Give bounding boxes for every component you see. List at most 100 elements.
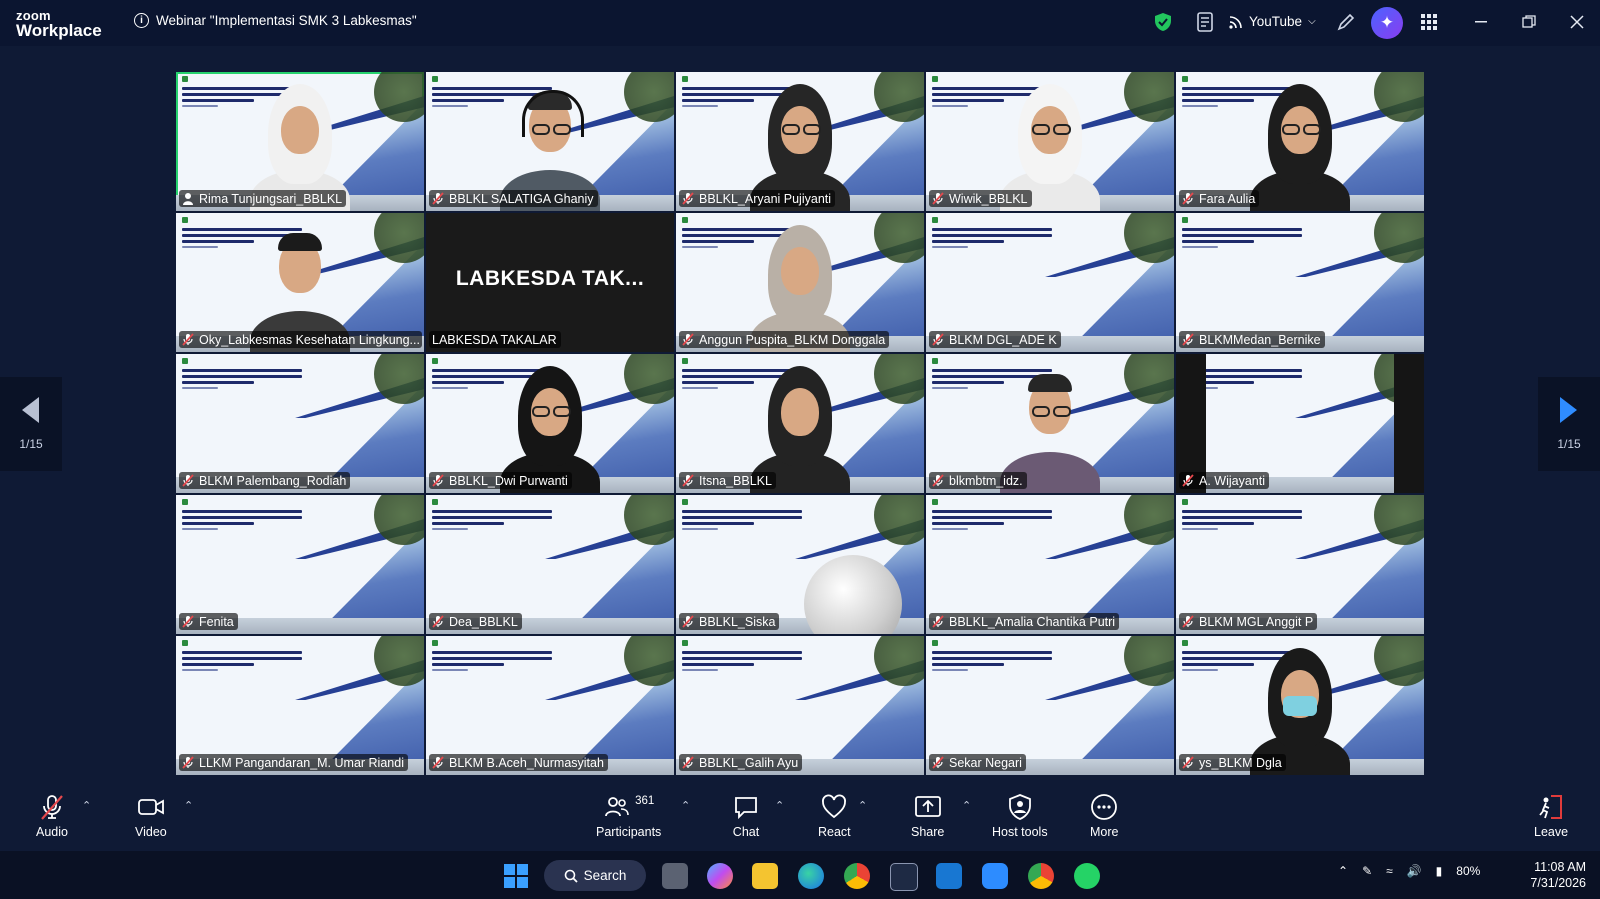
previous-page-button[interactable]: 1/15: [0, 377, 62, 471]
wifi-icon[interactable]: ≈: [1386, 864, 1393, 878]
share-options-chevron-icon[interactable]: ⌃: [962, 799, 971, 812]
chat-label: Chat: [732, 825, 760, 839]
audio-button[interactable]: Audio: [36, 793, 68, 839]
muted-mic-icon: [432, 615, 444, 628]
taskbar-search[interactable]: Search: [544, 860, 646, 891]
video-button[interactable]: Video: [135, 793, 167, 839]
participant-tile[interactable]: Itsna_BBLKL: [676, 354, 924, 493]
participant-tile[interactable]: LABKESDA TAK... LABKESDA TAKALAR: [426, 213, 674, 352]
apps-grid-icon[interactable]: [1421, 14, 1437, 30]
participant-tile[interactable]: A. Wijayanti: [1176, 354, 1424, 493]
participant-tile[interactable]: BBLKL SALATIGA Ghaniy: [426, 72, 674, 211]
outlook-icon[interactable]: [936, 863, 962, 889]
participant-tile[interactable]: BLKMMedan_Bernike: [1176, 213, 1424, 352]
participant-tile[interactable]: BBLKL_Amalia Chantika Putri: [926, 495, 1174, 634]
clock[interactable]: 11:08 AM 7/31/2026: [1530, 859, 1586, 891]
host-tools-button[interactable]: Host tools: [992, 793, 1048, 839]
restore-icon[interactable]: [1522, 15, 1536, 29]
chat-options-chevron-icon[interactable]: ⌃: [775, 799, 784, 812]
battery-icon[interactable]: ▮: [1436, 864, 1443, 878]
shield-check-icon[interactable]: [1154, 12, 1172, 32]
participant-tile[interactable]: Oky_Labkesmas Kesehatan Lingkung...: [176, 213, 424, 352]
more-label: More: [1090, 825, 1119, 839]
participant-nameplate: Fara Aulia: [1179, 190, 1260, 207]
participant-tile[interactable]: BBLKL_Galih Ayu: [676, 636, 924, 775]
participant-name: blkmbtm_idz.: [949, 473, 1023, 488]
volume-icon[interactable]: 🔊: [1407, 864, 1422, 878]
participant-tile[interactable]: Fara Aulia: [1176, 72, 1424, 211]
participant-name: BBLKL_Siska: [699, 614, 776, 629]
pen-input-icon[interactable]: ✎: [1362, 864, 1372, 878]
info-icon[interactable]: i: [134, 13, 149, 28]
participants-options-chevron-icon[interactable]: ⌃: [681, 799, 690, 812]
copilot-icon[interactable]: [707, 863, 733, 889]
app-cube-icon[interactable]: [890, 863, 918, 891]
chevron-up-icon[interactable]: ⌃: [1338, 864, 1348, 878]
participant-tile[interactable]: BLKM Palembang_Rodiah: [176, 354, 424, 493]
chrome-profile-icon[interactable]: [1028, 863, 1054, 889]
participant-nameplate: Fenita: [179, 613, 238, 630]
participant-tile[interactable]: blkmbtm_idz.: [926, 354, 1174, 493]
muted-mic-icon: [182, 615, 194, 628]
zoom-logo: zoom Workplace: [16, 9, 102, 39]
meeting-info[interactable]: i Webinar "Implementasi SMK 3 Labkesmas": [134, 13, 417, 28]
minimize-icon[interactable]: [1475, 21, 1489, 25]
file-explorer-icon[interactable]: [752, 863, 778, 889]
host-shield-icon: [1008, 794, 1031, 820]
participant-tile[interactable]: BLKM MGL Anggit P: [1176, 495, 1424, 634]
muted-mic-icon: [432, 474, 444, 487]
participant-tile[interactable]: Anggun Puspita_BLKM Donggala: [676, 213, 924, 352]
ai-companion-icon[interactable]: ✦: [1371, 7, 1403, 39]
chrome-icon[interactable]: [844, 863, 870, 889]
participant-nameplate: BLKM Palembang_Rodiah: [179, 472, 351, 489]
notes-icon[interactable]: [1196, 12, 1214, 32]
host-indicator-icon: [183, 193, 193, 205]
battery-percent: 80%: [1456, 864, 1481, 878]
leave-button[interactable]: Leave: [1534, 793, 1568, 839]
share-button[interactable]: Share: [911, 793, 944, 839]
participants-icon: [605, 797, 629, 817]
gallery-view: Rima Tunjungsari_BBLKL BBLKL SALATIGA Gha…: [176, 72, 1426, 777]
participant-tile[interactable]: BLKM B.Aceh_Nurmasyitah: [426, 636, 674, 775]
windows-start-icon[interactable]: [504, 864, 528, 888]
participant-tile[interactable]: BBLKL_Aryani Pujiyanti: [676, 72, 924, 211]
share-label: Share: [911, 825, 945, 839]
zoom-app-icon[interactable]: [982, 863, 1008, 889]
react-button[interactable]: React: [818, 793, 851, 839]
react-options-chevron-icon[interactable]: ⌃: [858, 799, 867, 812]
participant-name: Fara Aulia: [1199, 191, 1256, 206]
participant-tile[interactable]: Sekar Negari: [926, 636, 1174, 775]
participant-tile[interactable]: ys_BLKM Dgla: [1176, 636, 1424, 775]
participant-tile[interactable]: Rima Tunjungsari_BBLKL: [176, 72, 424, 211]
audio-options-chevron-icon[interactable]: ⌃: [82, 799, 91, 812]
host-tools-label: Host tools: [992, 825, 1048, 839]
task-view-icon[interactable]: [662, 863, 688, 889]
more-button[interactable]: More: [1090, 793, 1118, 839]
participant-tile[interactable]: BBLKL_Siska: [676, 495, 924, 634]
close-icon[interactable]: [1570, 15, 1584, 29]
annotate-pen-icon[interactable]: [1336, 12, 1356, 32]
participant-tile[interactable]: Fenita: [176, 495, 424, 634]
participant-name: BLKM B.Aceh_Nurmasyitah: [449, 755, 604, 770]
page-indicator-right: 1/15: [1557, 437, 1581, 451]
participant-name: BLKM DGL_ADE K: [949, 332, 1057, 347]
next-page-button[interactable]: 1/15: [1538, 377, 1600, 471]
participants-button[interactable]: 361 Participants: [596, 793, 661, 839]
edge-browser-icon[interactable]: [798, 863, 824, 889]
whatsapp-icon[interactable]: [1074, 863, 1100, 889]
participant-name: Rima Tunjungsari_BBLKL: [199, 191, 343, 206]
muted-mic-icon: [1182, 333, 1194, 346]
chat-button[interactable]: Chat: [732, 793, 760, 839]
participant-tile[interactable]: BBLKL_Dwi Purwanti: [426, 354, 674, 493]
leave-label: Leave: [1534, 825, 1569, 839]
participant-tile[interactable]: Dea_BBLKL: [426, 495, 674, 634]
chat-bubble-icon: [735, 797, 757, 820]
participant-tile[interactable]: LLKM Pangandaran_M. Umar Riandi: [176, 636, 424, 775]
os-taskbar: Search ⌃ ✎ ≈ 🔊 ▮ 80% 11:08 AM 7/31/2026: [0, 851, 1600, 899]
livestream-menu[interactable]: YouTube ⌵: [1229, 14, 1316, 29]
title-bar: zoom Workplace i Webinar "Implementasi S…: [0, 0, 1600, 46]
participant-tile[interactable]: BLKM DGL_ADE K: [926, 213, 1174, 352]
participants-label: Participants: [596, 825, 662, 839]
participant-tile[interactable]: Wiwik_BBLKL: [926, 72, 1174, 211]
video-options-chevron-icon[interactable]: ⌃: [184, 799, 193, 812]
